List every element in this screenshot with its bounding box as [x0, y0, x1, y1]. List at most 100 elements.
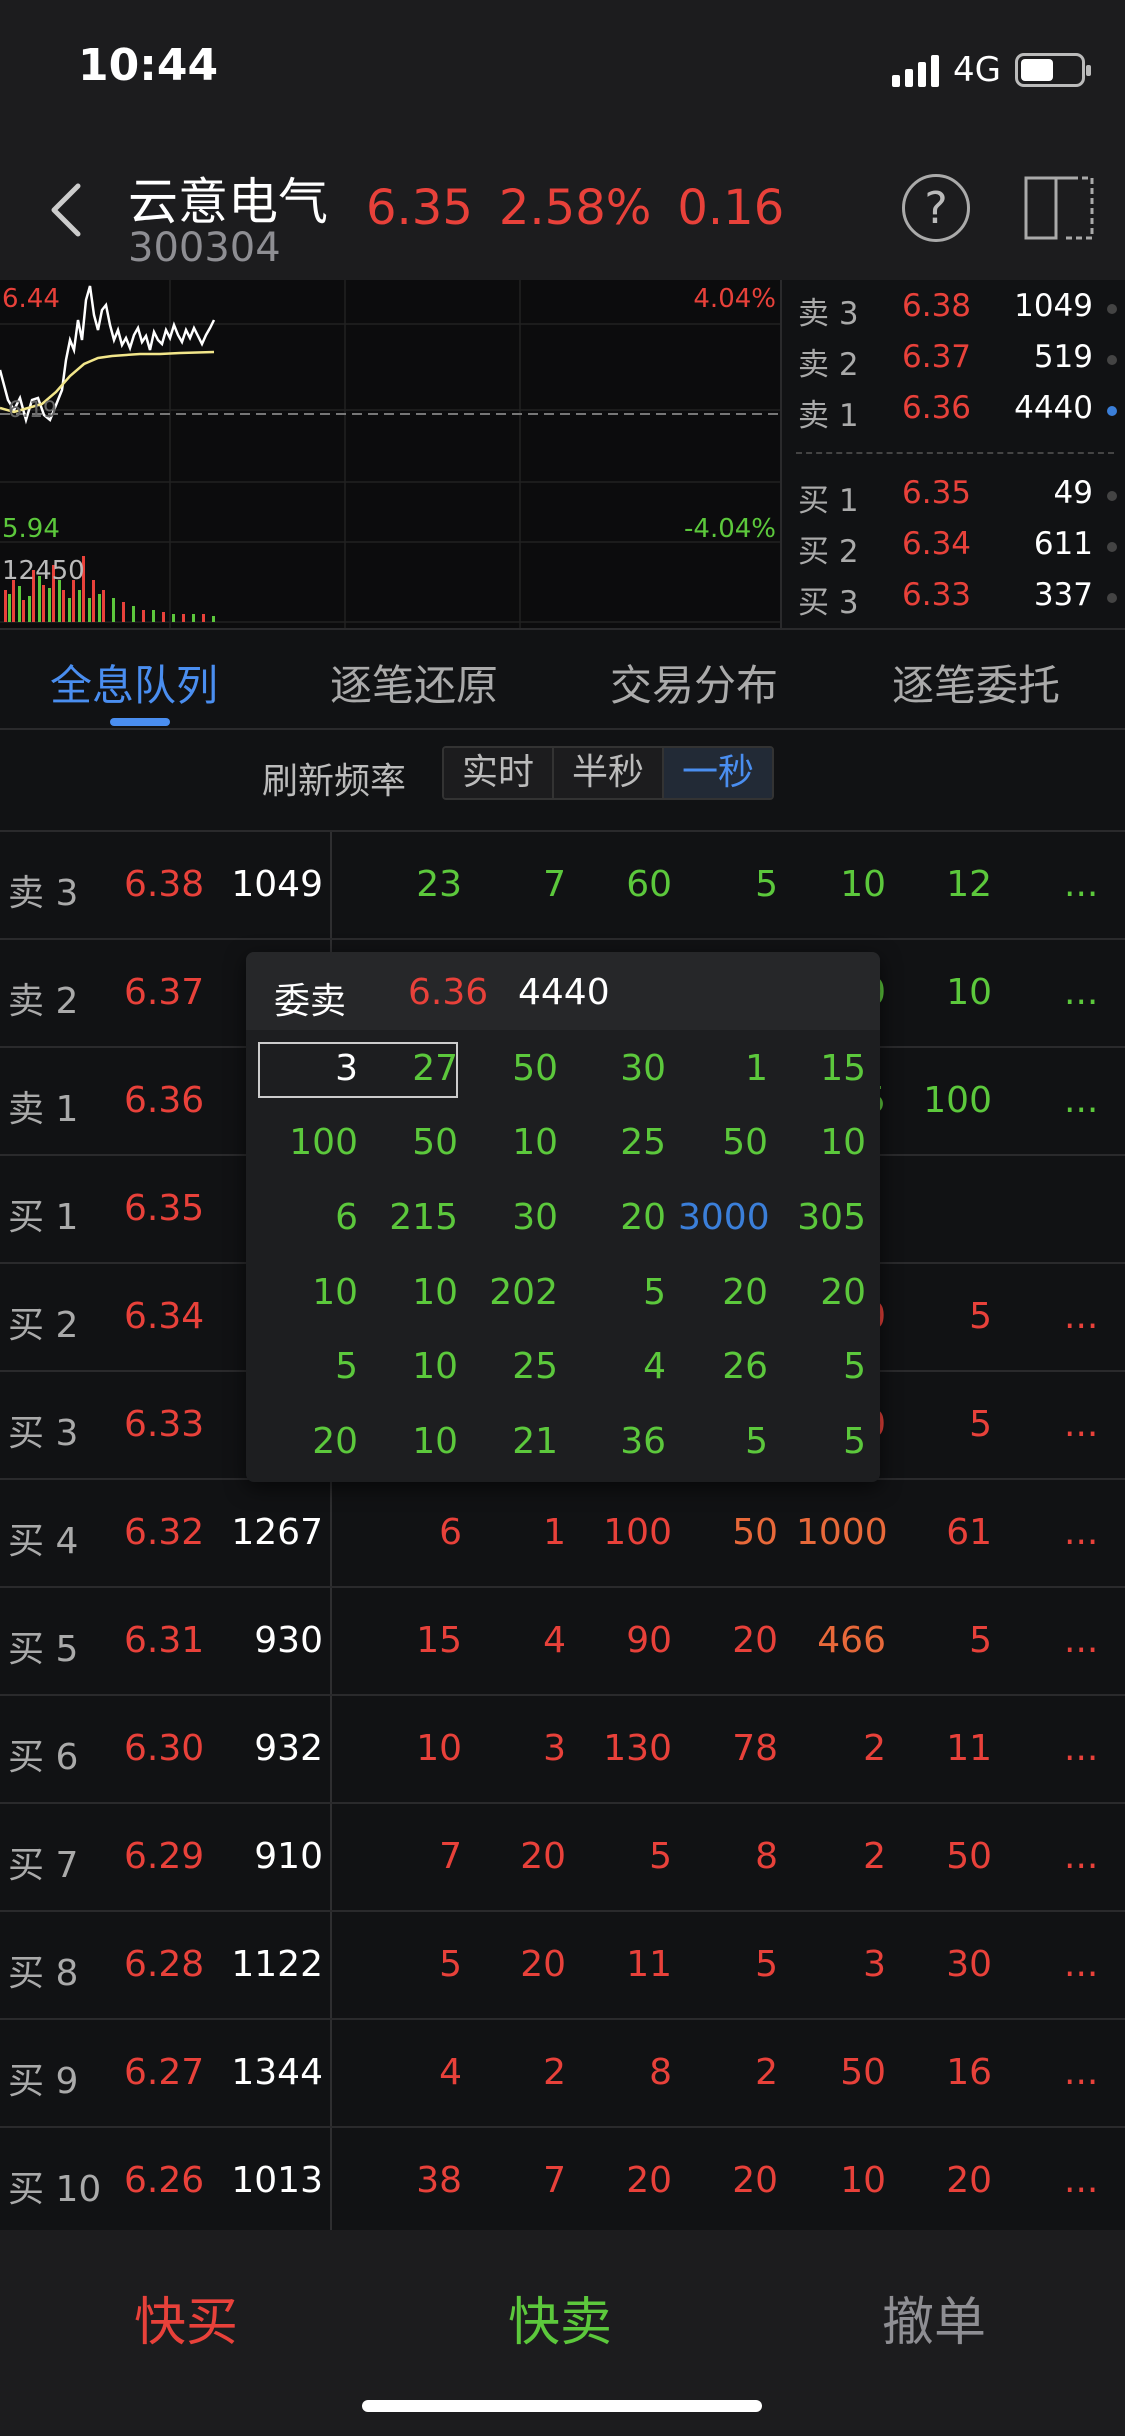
queue-row-price: 6.29	[124, 1836, 205, 1877]
queue-row-label: 买 3	[8, 1413, 79, 1454]
tab-tick-orders[interactable]: 逐笔委托	[892, 652, 1060, 713]
mini-row-buy-3: 买 3 6.33 337	[782, 577, 1125, 627]
queue-row-more[interactable]: ...	[1064, 1296, 1098, 1337]
refresh-option-realtime[interactable]: 实时	[444, 748, 555, 798]
queue-row[interactable]: 买 4 6.32 1267 6 1 100 50 1000 61...	[0, 1478, 1125, 1586]
quick-sell-button[interactable]: 快卖	[508, 2280, 612, 2355]
popup-cell: 25	[512, 1346, 558, 1387]
queue-cell: 2	[755, 2052, 778, 2093]
queue-row-label: 卖 1	[8, 1089, 79, 1130]
back-icon[interactable]	[46, 180, 86, 240]
sell-order-popup[interactable]: 委卖 6.36 4440 3 27 50 30 1 15 100 50 10 25 50 10 6 215…	[246, 952, 880, 1482]
queue-cell: 4	[543, 1620, 566, 1661]
queue-row[interactable]: 买 8 6.28 1122 5 20 11 5 3 30...	[0, 1910, 1125, 2018]
chart-volume-label: 12450	[2, 556, 85, 586]
queue-cell: 11	[946, 1728, 992, 1769]
queue-row[interactable]: 卖 3 6.38 1049 23 7 60 5 10 12...	[0, 830, 1125, 938]
queue-row-more[interactable]: ...	[1064, 1944, 1098, 1985]
queue-cell: 5	[755, 1944, 778, 1985]
popup-cell: 1	[745, 1048, 768, 1089]
layout-switch-icon[interactable]	[1022, 174, 1096, 242]
tab-active-indicator	[110, 718, 170, 726]
queue-row[interactable]: 买 7 6.29 910 7 20 5 8 2 50...	[0, 1802, 1125, 1910]
queue-cell: 16	[946, 2052, 992, 2093]
queue-row[interactable]: 买 10 6.26 1013 38 7 20 20 10 20...	[0, 2126, 1125, 2234]
queue-row-price: 6.30	[124, 1728, 205, 1769]
queue-row-price: 6.37	[124, 972, 205, 1013]
queue-row-more[interactable]: ...	[1064, 1620, 1098, 1661]
queue-cell: 7	[439, 1836, 462, 1877]
queue-cell: 12	[946, 864, 992, 905]
queue-row-more[interactable]: ...	[1064, 972, 1098, 1013]
home-indicator[interactable]	[362, 2400, 762, 2412]
queue-row-label: 买 4	[8, 1521, 79, 1562]
popup-title: 委卖	[274, 981, 347, 1022]
queue-row-more[interactable]: ...	[1064, 1080, 1098, 1121]
popup-cell: 4	[643, 1346, 666, 1387]
queue-row-price: 6.26	[124, 2160, 205, 2201]
battery-icon	[1015, 53, 1091, 87]
mini-row-volume: 49	[1053, 475, 1093, 511]
queue-cell: 4	[439, 2052, 462, 2093]
queue-cell: 15	[416, 1620, 462, 1661]
queue-cell: 10	[416, 1728, 462, 1769]
mini-row-dot	[1107, 355, 1117, 365]
queue-cell: 10	[840, 2160, 886, 2201]
queue-row-volume: 1122	[231, 1944, 323, 1985]
stock-name: 云意电气	[128, 173, 328, 231]
queue-cell: 5	[969, 1296, 992, 1337]
refresh-option-one-second[interactable]: 一秒	[664, 748, 773, 798]
mini-row-price: 6.36	[902, 390, 972, 426]
queue-cell: 20	[732, 1620, 778, 1661]
queue-cell: 100	[923, 1080, 992, 1121]
mini-row-dot	[1107, 542, 1117, 552]
queue-row[interactable]: 买 5 6.31 930 15 4 90 20 466 5...	[0, 1586, 1125, 1694]
mini-row-label: 买 3	[798, 585, 859, 621]
last-price: 6.35	[366, 180, 473, 236]
popup-cell: 5	[843, 1421, 866, 1462]
tab-tick-restore[interactable]: 逐笔还原	[330, 652, 498, 713]
queue-row-more[interactable]: ...	[1064, 864, 1098, 905]
queue-cell: 60	[626, 864, 672, 905]
popup-cell: 50	[722, 1122, 768, 1163]
mini-order-book: 卖 3 6.38 1049 卖 2 6.37 519 卖 1 6.36 4440…	[780, 280, 1125, 628]
popup-cell: 20	[312, 1421, 358, 1462]
help-icon[interactable]: ?	[902, 174, 970, 242]
queue-cell: 78	[732, 1728, 778, 1769]
popup-cell: 30	[620, 1048, 666, 1089]
queue-row-price: 6.32	[124, 1512, 205, 1553]
queue-row-more[interactable]: ...	[1064, 2052, 1098, 2093]
queue-row-price: 6.28	[124, 1944, 205, 1985]
queue-cell: 38	[416, 2160, 462, 2201]
mini-row-sell-1: 卖 1 6.36 4440	[782, 390, 1125, 440]
stock-code: 300304	[128, 225, 281, 271]
queue-row-more[interactable]: ...	[1064, 1728, 1098, 1769]
quick-buy-button[interactable]: 快买	[134, 2280, 238, 2355]
popup-cell: 5	[843, 1346, 866, 1387]
queue-row-label: 买 8	[8, 1953, 79, 1994]
queue-row[interactable]: 买 6 6.30 932 10 3 130 78 2 11...	[0, 1694, 1125, 1802]
queue-row-more[interactable]: ...	[1064, 1404, 1098, 1445]
mini-row-volume: 337	[1033, 577, 1093, 613]
queue-row-more[interactable]: ...	[1064, 2160, 1098, 2201]
mini-row-sell-3: 卖 3 6.38 1049	[782, 288, 1125, 338]
queue-row-more[interactable]: ...	[1064, 1512, 1098, 1553]
cancel-order-button[interactable]: 撤单	[882, 2280, 986, 2355]
popup-cell: 5	[745, 1421, 768, 1462]
tab-trade-distribution[interactable]: 交易分布	[610, 652, 778, 713]
queue-cell: 7	[543, 864, 566, 905]
queue-cell: 466	[817, 1620, 886, 1661]
queue-row-volume: 932	[254, 1728, 323, 1769]
queue-row[interactable]: 买 9 6.27 1344 4 2 8 2 50 16...	[0, 2018, 1125, 2126]
intraday-chart[interactable]: 6.44 4.04% 6.19 5.94 -4.04% 12450	[0, 280, 780, 628]
refresh-rate-label: 刷新频率	[262, 761, 407, 802]
queue-cell: 6	[439, 1512, 462, 1553]
mini-row-volume: 611	[1033, 526, 1093, 562]
queue-cell: 3	[863, 1944, 886, 1985]
tab-full-queue[interactable]: 全息队列	[50, 652, 218, 713]
mini-row-buy-2: 买 2 6.34 611	[782, 526, 1125, 576]
queue-row-more[interactable]: ...	[1064, 1836, 1098, 1877]
refresh-option-half-second[interactable]: 半秒	[554, 748, 665, 798]
popup-cell: 25	[620, 1122, 666, 1163]
stock-quote: 6.35 2.58% 0.16	[366, 180, 784, 236]
